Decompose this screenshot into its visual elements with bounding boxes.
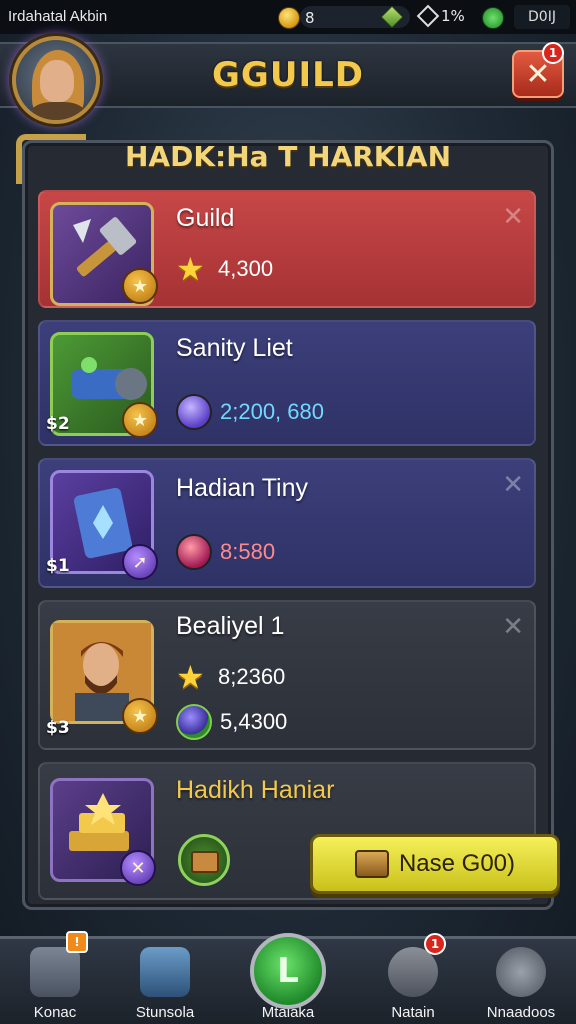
medal-icon: ★	[122, 268, 158, 304]
gear-icon	[496, 947, 546, 997]
card-title: Bealiyel 1	[176, 612, 285, 640]
diamond-icon	[416, 4, 440, 28]
card-title: Hadikh Haniar	[176, 776, 335, 804]
red-orb-icon	[176, 534, 212, 570]
green-badge-item[interactable]	[482, 7, 504, 29]
nav-item-natain[interactable]: 1 Natain	[358, 933, 468, 1024]
stat-value: 2;200, 680	[220, 399, 324, 424]
dismiss-icon[interactable]: ✕	[502, 202, 524, 232]
chest-icon	[354, 850, 389, 878]
nav-badge: 1	[424, 933, 446, 955]
cross-badge-icon: ✕	[120, 850, 156, 886]
nav-label: Konac	[33, 1004, 77, 1021]
price-tag: $2	[46, 414, 70, 434]
gem-icon	[380, 5, 404, 29]
stat-value: 8;2360	[218, 664, 286, 689]
close-notification-badge: 1	[542, 42, 564, 64]
dismiss-icon[interactable]: ✕	[502, 470, 524, 500]
green-badge-icon	[482, 7, 504, 29]
nav-label: Natain	[391, 1004, 435, 1021]
nav-item-stunsola[interactable]: Stunsola	[110, 939, 220, 1024]
chest-orb-icon	[178, 834, 230, 886]
stat-value: 5,4300	[220, 709, 288, 734]
status-box: D0IJ	[514, 5, 570, 29]
percent-item: 1%	[416, 4, 465, 28]
card-title: Hadian Tiny	[176, 474, 309, 502]
card-stat-gold: ★ 8;2360	[176, 660, 285, 694]
card-title: Guild	[176, 204, 235, 232]
buy-button-label: Nase G00)	[398, 850, 516, 877]
nav-item-konac[interactable]: ! Konac	[0, 931, 110, 1024]
card-title: Sanity Liet	[176, 334, 293, 362]
coin-icon	[278, 7, 300, 29]
star-icon: ★	[176, 251, 205, 287]
avatar-body	[30, 102, 86, 120]
arrow-badge-icon: ➚	[122, 544, 158, 580]
shop-card-guild[interactable]: ★ Guild ★ 4,300 ✕	[38, 190, 536, 308]
card-stat-purple: 5,4300	[176, 704, 287, 740]
green-orb-icon	[176, 704, 212, 740]
sword-icon	[388, 947, 438, 997]
shop-card-sanity-liet[interactable]: $2 ★ Sanity Liet 2;200, 680	[38, 320, 536, 446]
section-title: HADK:Ha T HARKIAN	[124, 140, 452, 173]
purple-orb-icon	[176, 394, 212, 430]
shop-card-hadikh-haniar[interactable]: ✕ Hadikh Haniar Nase G00)	[38, 762, 560, 900]
nav-label: Nnaadoos	[486, 1004, 556, 1021]
status-bar: Irdahatal Akbin 8 1% D0IJ	[0, 0, 576, 34]
price-tag: $1	[46, 556, 70, 576]
stat-value: 4,300	[218, 256, 274, 281]
card-stat: 8:580	[176, 534, 275, 570]
bottom-nav: ! Konac Stunsola Mtaiaka L 1 Natain Nnaa…	[0, 931, 576, 1024]
nav-item-nnaadoos[interactable]: Nnaadoos	[466, 939, 576, 1024]
medal-icon: ★	[122, 402, 158, 438]
gem-item[interactable]	[380, 5, 404, 29]
lightning-icon[interactable]: L	[250, 933, 326, 1009]
shop-card-hadian-tiny[interactable]: $1 ➚ Hadian Tiny 8:580 ✕	[38, 458, 536, 588]
percent-value: 1%	[441, 7, 465, 25]
price-tag: $3	[46, 718, 70, 738]
page-title: GGUILD	[212, 55, 364, 95]
stat-value: 8:580	[220, 539, 276, 564]
medal-icon: ★	[122, 698, 158, 734]
status-title: Irdahatal Akbin	[8, 8, 108, 25]
nav-label: Stunsola	[135, 1004, 195, 1021]
card-stat: ★ 4,300	[176, 252, 273, 286]
house-icon	[30, 947, 80, 997]
card-stat: 2;200, 680	[176, 394, 324, 430]
nav-badge: !	[66, 931, 88, 953]
coin-counter[interactable]: 8	[278, 7, 315, 29]
shop-card-bealiyel[interactable]: $3 ★ Bealiyel 1 ★ 8;2360 5,4300 ✕	[38, 600, 536, 750]
buy-button[interactable]: Nase G00)	[310, 834, 560, 894]
coin-count: 8	[305, 9, 315, 27]
star-icon: ★	[176, 659, 205, 695]
dismiss-icon[interactable]: ✕	[502, 612, 524, 642]
book-icon	[140, 947, 190, 997]
